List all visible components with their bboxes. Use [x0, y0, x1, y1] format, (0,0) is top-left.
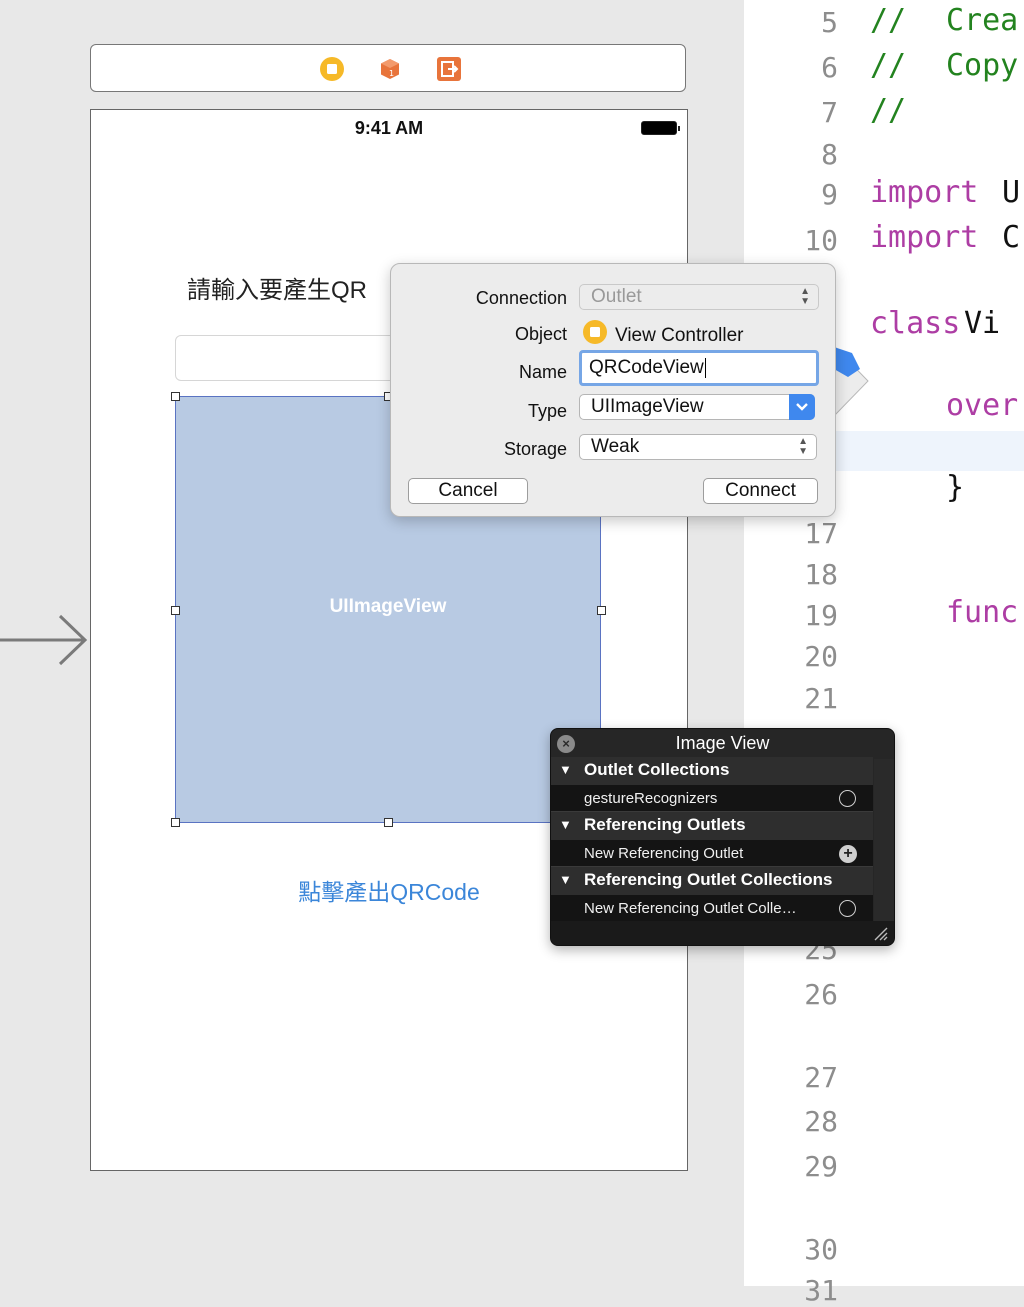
line-number: 20	[804, 640, 838, 673]
object-value: View Controller	[583, 320, 743, 346]
code-text: C	[1002, 220, 1021, 255]
code-keyword: func	[946, 595, 1019, 630]
code-comment: //	[870, 3, 907, 38]
empty-circle-icon[interactable]	[839, 790, 856, 807]
empty-circle-icon[interactable]	[839, 900, 856, 917]
svg-text:1: 1	[389, 69, 394, 78]
name-value: QRCodeView	[589, 357, 704, 378]
disclosure-triangle-icon[interactable]: ▼	[559, 757, 572, 783]
hud-section-label: Referencing Outlets	[584, 815, 746, 834]
line-number: 29	[804, 1150, 838, 1183]
hud-title: Image View	[675, 733, 770, 753]
first-responder-icon[interactable]: 1	[378, 57, 402, 81]
type-label: Type	[527, 401, 567, 421]
hud-footer	[551, 921, 894, 945]
line-number: 17	[804, 517, 838, 550]
hud-section-label: Outlet Collections	[584, 760, 730, 779]
line-number: 6	[821, 51, 838, 84]
code-comment: //	[870, 48, 907, 83]
code-comment: //	[870, 93, 907, 128]
hud-section-referencing-outlet-collections[interactable]: ▼ Referencing Outlet Collections	[551, 867, 873, 895]
entry-point-arrow-icon	[0, 614, 88, 666]
code-comment: Crea	[946, 3, 1019, 38]
connections-hud: × Image View ▼ Outlet Collections gestur…	[550, 728, 895, 946]
disclosure-triangle-icon[interactable]: ▼	[559, 812, 572, 838]
hud-scrollbar[interactable]	[874, 759, 894, 924]
code-editor[interactable]: 5 6 7 8 9 10 17 18 19 20 21 25 26 27 28 …	[744, 0, 1024, 1307]
resize-handle-bottom-left[interactable]	[171, 818, 180, 827]
scene-dock: 1	[90, 44, 686, 92]
code-comment: Copy	[946, 48, 1019, 83]
hud-section-referencing-outlets[interactable]: ▼ Referencing Outlets	[551, 812, 873, 840]
plus-circle-icon[interactable]: +	[839, 845, 857, 863]
exit-icon[interactable]	[437, 57, 461, 81]
connection-popup: Outlet ▲ ▼	[579, 284, 819, 310]
line-number: 7	[821, 96, 838, 129]
status-bar-time: 9:41 AM	[354, 118, 424, 138]
hud-section-label: Referencing Outlet Collections	[584, 870, 833, 889]
code-keyword: import	[870, 175, 979, 210]
connect-button[interactable]: Connect	[703, 478, 818, 504]
code-text: U	[1002, 175, 1021, 210]
object-value-text: View Controller	[615, 325, 744, 347]
object-label: Object	[514, 324, 567, 344]
type-combobox[interactable]: UIImageView	[579, 394, 815, 420]
line-number: 27	[804, 1061, 838, 1094]
hud-row-label: New Referencing Outlet	[584, 845, 744, 862]
code-keyword: import	[870, 220, 979, 255]
hud-row-gesture-recognizers: gestureRecognizers	[551, 785, 873, 812]
storyboard-canvas: 1 9:41 AM 請輸入要產生QR UIImageView 點擊產出QRCod…	[0, 0, 744, 1286]
connection-value: Outlet	[591, 286, 642, 307]
storage-popup[interactable]: Weak ▲ ▼	[579, 434, 817, 460]
resize-handle-left[interactable]	[171, 606, 180, 615]
hud-section-outlet-collections[interactable]: ▼ Outlet Collections	[551, 757, 873, 785]
line-number: 28	[804, 1105, 838, 1138]
line-number: 26	[804, 978, 838, 1011]
line-number: 18	[804, 558, 838, 591]
prompt-label[interactable]: 請輸入要產生QR	[187, 270, 367, 305]
view-controller-icon[interactable]	[320, 57, 344, 81]
connection-drag-indicator-icon	[834, 347, 860, 377]
cancel-button[interactable]: Cancel	[408, 478, 528, 504]
line-number: 31	[804, 1274, 838, 1307]
image-view-label: UIImageView	[329, 596, 447, 617]
hud-row-label: gestureRecognizers	[584, 790, 718, 807]
line-number: 21	[804, 682, 838, 715]
hud-row-label: New Referencing Outlet Colle…	[584, 900, 797, 917]
stepper-icon: ▲ ▼	[800, 286, 810, 307]
name-label: Name	[518, 362, 567, 382]
type-value: UIImageView	[591, 396, 704, 417]
resize-handle-bottom[interactable]	[384, 818, 393, 827]
line-number: 8	[821, 138, 838, 171]
resize-handle-top-left[interactable]	[171, 392, 180, 401]
code-text: }	[946, 470, 965, 505]
stepper-icon: ▲ ▼	[798, 436, 808, 457]
hud-row-new-referencing-outlet-collection: New Referencing Outlet Colle…	[551, 895, 873, 922]
line-number: 30	[804, 1233, 838, 1266]
code-keyword: class	[870, 306, 961, 341]
line-number: 5	[821, 6, 838, 39]
resize-grip-icon[interactable]	[872, 925, 888, 941]
connection-label: Connection	[475, 288, 567, 308]
resize-handle-right[interactable]	[597, 606, 606, 615]
line-number: 19	[804, 599, 838, 632]
battery-icon	[641, 121, 680, 135]
disclosure-triangle-icon[interactable]: ▼	[559, 867, 572, 893]
code-text: Vi	[964, 306, 1001, 341]
line-number: 10	[804, 224, 838, 257]
code-keyword: over	[946, 388, 1019, 423]
chevron-down-icon[interactable]	[789, 394, 815, 420]
text-caret	[704, 357, 706, 378]
line-number: 9	[821, 178, 838, 211]
name-input[interactable]: QRCodeView	[579, 350, 819, 386]
storage-label: Storage	[503, 439, 567, 459]
hud-row-new-referencing-outlet: New Referencing Outlet +	[551, 840, 873, 867]
connection-popover: Connection Outlet ▲ ▼ Object View Control…	[390, 263, 836, 517]
storage-value: Weak	[591, 436, 640, 457]
view-controller-icon	[583, 320, 607, 352]
